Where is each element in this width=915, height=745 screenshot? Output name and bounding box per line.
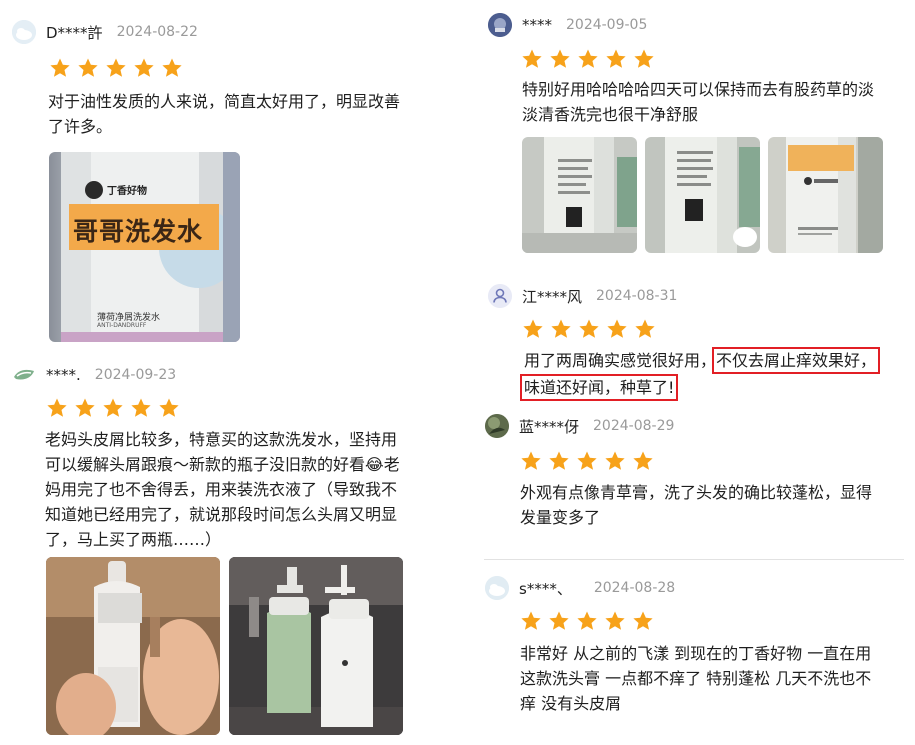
star-icon: [76, 57, 100, 79]
review-text: 用了两周确实感觉很好用，不仅去屑止痒效果好， 味道还好闻，种草了!: [519, 347, 881, 401]
star-icon: [160, 57, 184, 79]
review-text: 对于油性发质的人来说，简直太好用了，明显改善 了许多。: [48, 89, 400, 139]
star-icon: [104, 57, 128, 79]
highlight-box: 不仅去屑止痒效果好，: [712, 347, 881, 374]
review-date: 2024-09-23: [94, 367, 177, 383]
star-icon: [633, 318, 657, 340]
review-photo[interactable]: 丁香好物 哥哥洗发水 薄荷净屑洗发水 ANTI-DANDRUFF: [49, 152, 240, 342]
star-icon: [132, 57, 156, 79]
star-icon: [520, 48, 544, 70]
star-icon: [576, 48, 600, 70]
review-photo[interactable]: [46, 557, 220, 735]
star-icon: [631, 450, 655, 472]
star-icon: [605, 318, 629, 340]
review-text-line: 妈用完了也不舍得丢，用来装洗衣液了（导致我不: [45, 480, 398, 499]
star-icon: [603, 610, 627, 632]
review-date: 2024-08-31: [596, 288, 678, 304]
review-date: 2024-08-29: [593, 418, 675, 434]
star-rating: [45, 397, 181, 419]
star-icon: [604, 48, 628, 70]
review-text-line: 可以缓解头屑跟痕～新款的瓶子没旧款的好看😂老: [45, 455, 400, 474]
user-avatar[interactable]: [485, 414, 509, 438]
review-header: **** 2024-09-05: [488, 11, 647, 39]
star-rating: [519, 610, 655, 632]
star-icon: [129, 397, 153, 419]
star-icon: [521, 318, 545, 340]
review-photo[interactable]: [522, 137, 637, 253]
highlight-box: 味道还好闻，种草了!: [519, 374, 679, 401]
review-text: 外观有点像青草膏，洗了头发的确比较蓬松，显得 发量变多了: [520, 480, 872, 530]
user-avatar[interactable]: [488, 13, 512, 37]
star-icon: [575, 610, 599, 632]
star-icon: [603, 450, 627, 472]
star-icon: [547, 450, 571, 472]
star-icon: [45, 397, 69, 419]
section-divider: [484, 559, 904, 560]
person-icon[interactable]: [488, 284, 512, 308]
star-icon: [577, 318, 601, 340]
photo-brand: 丁香好物: [107, 186, 147, 197]
user-avatar[interactable]: [12, 363, 36, 387]
review-date: 2024-09-05: [566, 17, 648, 33]
star-icon: [549, 318, 573, 340]
review-text-plain: 用了两周确实感觉很好用，: [524, 351, 717, 370]
review-text-line: 了许多。: [48, 117, 113, 136]
review-header: D****許 2024-08-22: [12, 18, 198, 46]
star-icon: [519, 450, 543, 472]
photo-product-name: 哥哥洗发水: [73, 217, 204, 246]
user-avatar[interactable]: [12, 20, 36, 44]
star-icon: [632, 48, 656, 70]
review-photo[interactable]: [229, 557, 403, 735]
star-icon: [548, 48, 572, 70]
star-rating: [48, 57, 184, 79]
review-date: 2024-08-28: [593, 580, 676, 596]
username: ****: [522, 16, 552, 34]
star-icon: [631, 610, 655, 632]
review-text-line: 知道她已经用完了，就说那段时间怎么头屑又明显: [45, 505, 398, 524]
star-icon: [547, 610, 571, 632]
star-rating: [519, 450, 655, 472]
review-text-line: 了，马上买了两瓶……）: [45, 530, 222, 549]
star-icon: [73, 397, 97, 419]
review-text: 老妈头皮屑比较多，特意买的这款洗发水，坚持用 可以缓解头屑跟痕～新款的瓶子没旧款…: [45, 427, 400, 552]
star-icon: [48, 57, 72, 79]
review-header: s****、 2024-08-28: [485, 574, 675, 602]
username: D****許: [46, 23, 103, 42]
star-icon: [101, 397, 125, 419]
star-icon: [157, 397, 181, 419]
user-avatar[interactable]: [485, 576, 509, 600]
username: s****、: [519, 579, 572, 598]
star-icon: [519, 610, 543, 632]
username: 蓝****伢: [519, 417, 580, 436]
review-header: 江****风 2024-08-31: [488, 282, 677, 310]
review-text-line: 特别好用哈哈哈哈四天可以保持而去有股药草的淡: [522, 80, 875, 99]
review-text-line: 外观有点像青草膏，洗了头发的确比较蓬松，显得: [520, 483, 873, 502]
username: ****.: [46, 366, 81, 384]
review-text-line: 用了两周确实感觉很好用，不仅去屑止痒效果好，: [524, 347, 881, 374]
star-rating: [520, 48, 656, 70]
review-text-line: 痒 没有头皮屑: [520, 694, 622, 713]
review-date: 2024-08-22: [116, 24, 198, 40]
review-photo[interactable]: [645, 137, 760, 253]
review-text-line: 对于油性发质的人来说，简直太好用了，明显改善: [48, 92, 401, 111]
review-text: 非常好 从之前的飞漾 到现在的丁香好物 一直在用 这款洗头膏 一点都不痒了 特别…: [520, 641, 871, 716]
review-text-line: 味道还好闻，种草了!: [519, 374, 876, 401]
photo-tag: ANTI-DANDRUFF: [97, 322, 147, 329]
star-icon: [575, 450, 599, 472]
review-text-line: 发量变多了: [520, 508, 601, 527]
review-header: ****. 2024-09-23: [12, 361, 176, 389]
star-rating: [521, 318, 657, 340]
review-photo[interactable]: [768, 137, 883, 253]
username: 江****风: [522, 287, 583, 306]
review-text: 特别好用哈哈哈哈四天可以保持而去有股药草的淡 淡清香洗完也很干净舒服: [522, 77, 874, 127]
review-text-line: 非常好 从之前的飞漾 到现在的丁香好物 一直在用: [520, 644, 872, 663]
review-text-line: 老妈头皮屑比较多，特意买的这款洗发水，坚持用: [45, 430, 398, 449]
review-text-line: 这款洗头膏 一点都不痒了 特别蓬松 几天不洗也不: [520, 669, 872, 688]
review-header: 蓝****伢 2024-08-29: [485, 412, 674, 440]
review-text-line: 淡清香洗完也很干净舒服: [522, 105, 699, 124]
